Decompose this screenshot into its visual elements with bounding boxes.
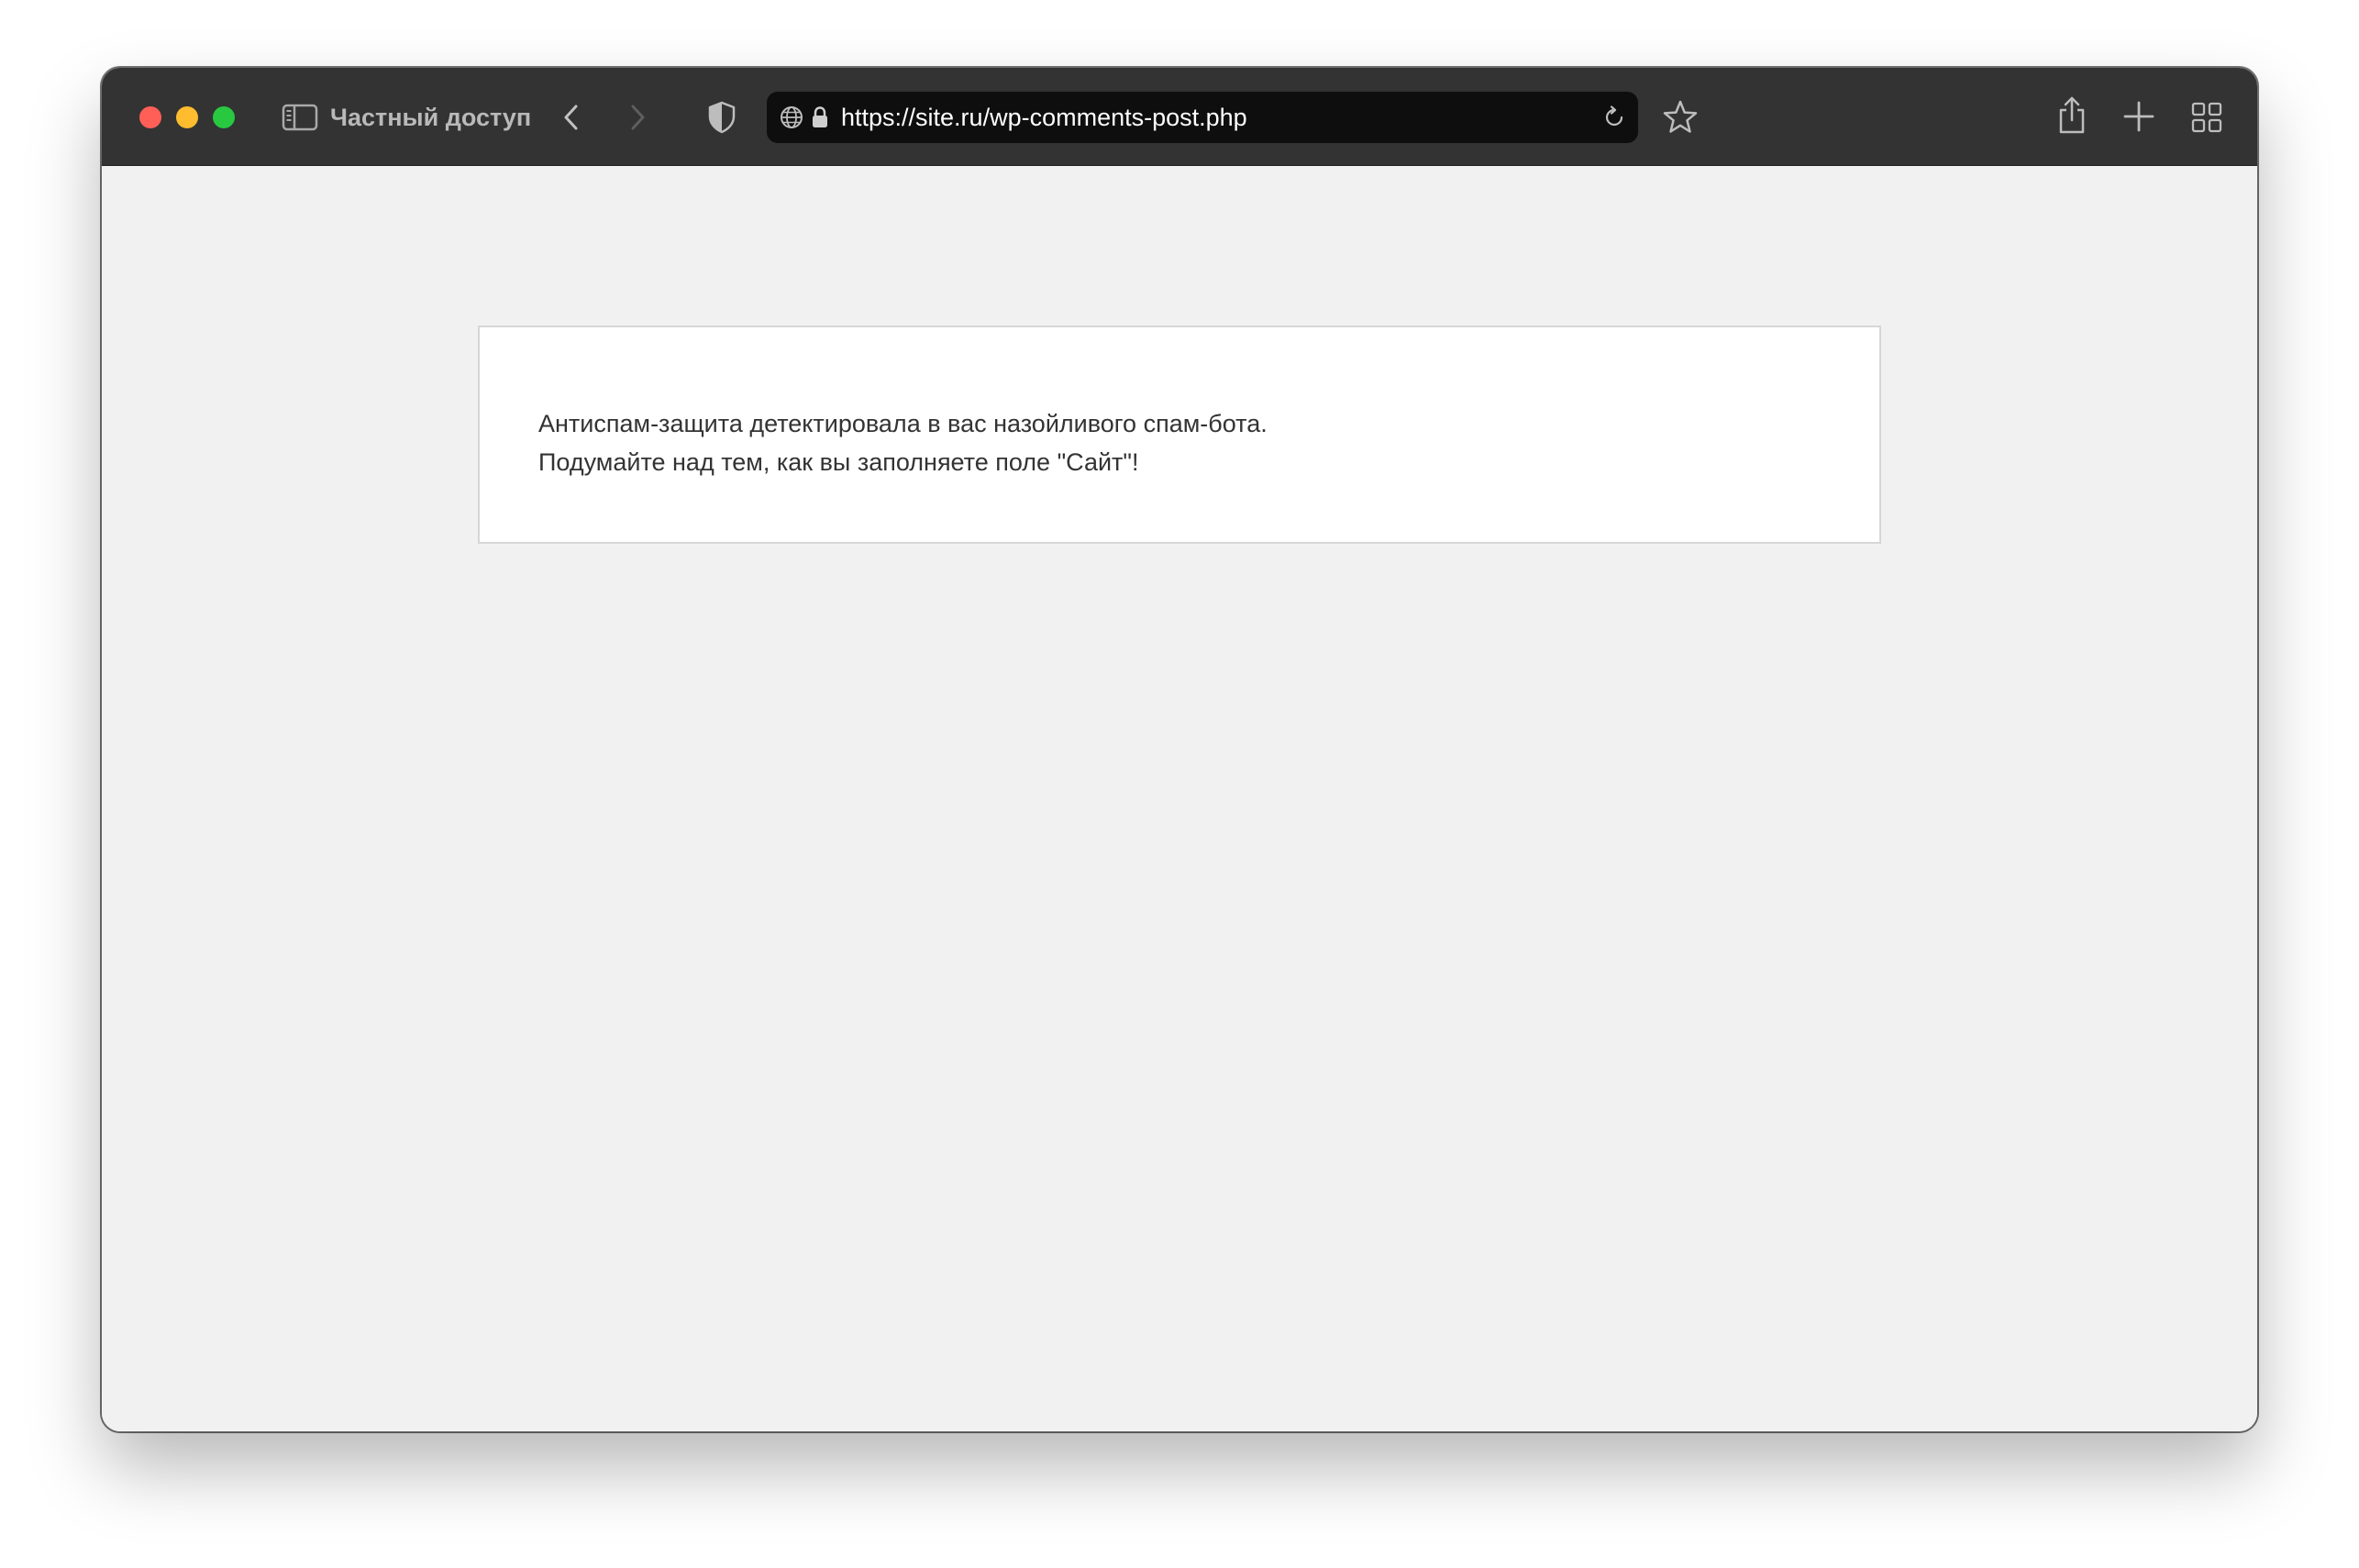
error-message-line-2: Подумайте над тем, как вы заполняете пол…	[538, 448, 1139, 476]
reload-icon[interactable]	[1601, 105, 1627, 130]
error-message-line-1: Антиспам-защита детектировала в вас назо…	[538, 410, 1268, 437]
private-browsing-label: Частный доступ	[330, 104, 532, 131]
grid-icon[interactable]	[2190, 101, 2223, 134]
maximize-window-button[interactable]	[213, 106, 235, 128]
plus-icon[interactable]	[2121, 99, 2156, 134]
close-window-button[interactable]	[139, 106, 161, 128]
lock-icon	[813, 106, 827, 127]
page-content: Антиспам-защита детектировала в вас назо…	[102, 166, 2257, 1431]
chevron-left-icon[interactable]	[559, 103, 584, 132]
sidebar-toggle-icon[interactable]	[282, 103, 318, 132]
chevron-right-icon[interactable]	[625, 103, 650, 132]
share-icon[interactable]	[2055, 95, 2088, 136]
address-bar[interactable]: https://site.ru/wp-comments-post.php	[767, 92, 1638, 143]
error-message-box: Антиспам-защита детектировала в вас назо…	[478, 326, 1881, 544]
star-icon[interactable]	[1662, 99, 1699, 136]
browser-toolbar: Частный доступ https://site.ru/wp-commen…	[102, 68, 2257, 166]
url-field[interactable]: https://site.ru/wp-comments-post.php	[841, 92, 1247, 143]
error-message: Антиспам-защита детектировала в вас назо…	[538, 404, 1268, 481]
shield-icon[interactable]	[707, 101, 736, 134]
browser-window: Частный доступ https://site.ru/wp-commen…	[102, 68, 2257, 1431]
minimize-window-button[interactable]	[176, 106, 198, 128]
globe-icon	[781, 106, 803, 128]
